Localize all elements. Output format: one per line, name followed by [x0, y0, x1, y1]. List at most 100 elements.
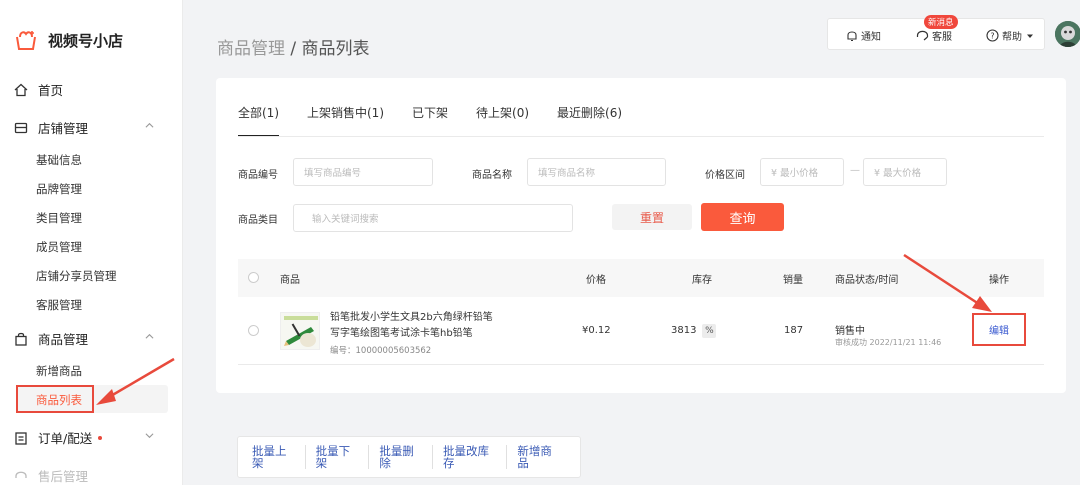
col-product: 商品	[280, 275, 300, 286]
bell-icon	[847, 31, 857, 42]
pencil-product-icon	[284, 316, 318, 347]
col-sales: 销量	[783, 275, 803, 286]
sidebar-item-category[interactable]: 类目管理	[36, 210, 82, 226]
tab-on-sale[interactable]: 上架销售中(1)	[307, 104, 384, 137]
price-min-input[interactable]: ¥ 最小价格	[760, 158, 844, 186]
reset-button[interactable]: 重置	[612, 204, 692, 230]
avatar[interactable]	[1055, 21, 1080, 47]
highlight-box: 编辑	[972, 313, 1026, 346]
category-label: 商品类目	[238, 215, 278, 226]
edit-stock-icon[interactable]: %	[702, 324, 717, 338]
tab-divider	[238, 136, 1044, 137]
sidebar-item-shop[interactable]: 店铺管理	[14, 118, 164, 137]
chevron-down-icon	[145, 433, 154, 439]
breadcrumb-current: 商品列表	[301, 39, 370, 59]
home-icon	[14, 83, 28, 96]
tab-pending[interactable]: 待上架(0)	[476, 104, 529, 137]
select-all-radio[interactable]	[248, 272, 259, 283]
sidebar-item-label: 首页	[38, 83, 64, 98]
sidebar-item-basic-info[interactable]: 基础信息	[36, 152, 82, 168]
bulk-delete-button[interactable]: 批量删除	[379, 445, 434, 469]
help-label: 帮助	[1002, 32, 1022, 43]
app-name: 视频号小店	[48, 31, 124, 50]
col-status: 商品状态/时间	[835, 275, 899, 286]
product-status-time: 审核成功 2022/11/21 11:46	[835, 338, 942, 347]
bulk-list-button[interactable]: 批量上架	[252, 445, 306, 469]
price-label: 价格区间	[705, 170, 745, 181]
sidebar-item-label: 订单/配送	[38, 431, 93, 446]
headset-icon	[916, 30, 929, 41]
clipboard-icon	[15, 431, 27, 445]
product-price: ¥0.12	[582, 325, 611, 336]
product-status: 销售中	[835, 326, 865, 337]
breadcrumb: 商品管理 / 商品列表	[217, 34, 370, 59]
avatar-image-icon	[1055, 21, 1080, 47]
service-label: 客服	[932, 32, 952, 43]
name-input[interactable]: 填写商品名称	[527, 158, 666, 186]
sidebar-item-goods[interactable]: 商品管理	[14, 329, 164, 348]
breadcrumb-parent[interactable]: 商品管理	[217, 39, 285, 59]
sidebar-item-members[interactable]: 成员管理	[36, 239, 82, 255]
sidebar-item-orders[interactable]: 订单/配送	[14, 428, 164, 447]
sidebar-item-aftersale[interactable]: 售后管理	[14, 466, 164, 485]
table-header: 商品 价格 库存 销量 商品状态/时间 操作	[238, 259, 1044, 297]
bulk-add-goods-button[interactable]: 新增商品	[517, 445, 570, 469]
tab-off-shelf[interactable]: 已下架	[412, 104, 448, 137]
price-max-input[interactable]: ¥ 最大价格	[863, 158, 947, 186]
table-row: 铅笔批发小学生文具2b六角绿杆铅笔写字笔绘图笔考试涂卡笔hb铅笔 编号：1000…	[238, 297, 1044, 365]
sidebar-item-brand[interactable]: 品牌管理	[36, 181, 82, 197]
notification-dot	[98, 435, 103, 440]
col-price: 价格	[586, 275, 606, 286]
tab-recently-deleted[interactable]: 最近删除(6)	[557, 104, 622, 137]
category-search-input[interactable]: 输入关键词搜索	[293, 204, 573, 232]
name-label: 商品名称	[472, 170, 512, 181]
search-button[interactable]: 查询	[701, 203, 784, 231]
shop-logo-icon	[16, 31, 36, 50]
help-button[interactable]: ? 帮助	[986, 28, 1037, 43]
col-stock: 库存	[692, 275, 712, 286]
code-input[interactable]: 填写商品编号	[293, 158, 433, 186]
service-button[interactable]: 客服 新消息	[916, 15, 958, 43]
breadcrumb-separator: /	[285, 39, 302, 59]
product-sales: 187	[784, 325, 804, 336]
product-name[interactable]: 铅笔批发小学生文具2b六角绿杆铅笔写字笔绘图笔考试涂卡笔hb铅笔	[330, 310, 500, 342]
help-icon: ?	[986, 29, 999, 42]
tab-all[interactable]: 全部(1)	[238, 104, 279, 137]
headset-icon	[15, 471, 27, 478]
status-tabs: 全部(1) 上架销售中(1) 已下架 待上架(0) 最近删除(6)	[238, 104, 650, 137]
col-action: 操作	[989, 275, 1009, 286]
sidebar-item-home[interactable]: 首页	[14, 80, 164, 99]
sidebar-item-add-goods[interactable]: 新增商品	[36, 363, 82, 379]
notify-label: 通知	[861, 32, 881, 43]
sidebar-item-goods-list[interactable]: 商品列表	[16, 385, 168, 413]
bulk-action-bar: 批量上架 批量下架 批量删除 批量改库存 新增商品	[237, 436, 581, 478]
notify-button[interactable]: 通知	[846, 28, 881, 43]
bulk-delist-button[interactable]: 批量下架	[316, 445, 370, 469]
new-message-badge: 新消息	[924, 15, 958, 29]
sidebar-item-label: 店铺管理	[38, 121, 89, 136]
sidebar: 视频号小店 首页 店铺管理 基础信息 品牌管理 类目管理 成员管理 店铺分享员管…	[0, 0, 183, 485]
sidebar-item-customer-service[interactable]: 客服管理	[36, 297, 82, 313]
product-stock: 3813	[671, 325, 697, 336]
price-range-dash: —	[850, 165, 860, 176]
svg-text:?: ?	[990, 32, 994, 41]
code-label: 商品编号	[238, 170, 278, 181]
chevron-up-icon	[145, 122, 154, 128]
shop-icon	[14, 122, 28, 133]
sidebar-item-label: 商品管理	[38, 332, 89, 347]
sidebar-item-label: 售后管理	[38, 469, 89, 484]
product-thumbnail[interactable]	[280, 312, 320, 350]
caret-down-icon	[1027, 34, 1033, 38]
chevron-up-icon	[145, 333, 154, 339]
bulk-edit-stock-button[interactable]: 批量改库存	[443, 445, 508, 469]
sidebar-item-label: 商品列表	[36, 393, 82, 407]
sidebar-item-sharers[interactable]: 店铺分享员管理	[36, 268, 117, 284]
product-code: 编号：10000005603562	[330, 346, 432, 356]
goods-list-card: 全部(1) 上架销售中(1) 已下架 待上架(0) 最近删除(6) 商品编号 填…	[216, 78, 1066, 393]
stock-cell: 3813%	[671, 324, 717, 338]
bag-icon	[15, 332, 27, 346]
edit-link[interactable]: 编辑	[989, 322, 1009, 337]
top-toolbar: 通知 客服 新消息 ? 帮助	[827, 15, 1045, 50]
row-select-radio[interactable]	[248, 325, 259, 336]
logo[interactable]: 视频号小店	[14, 28, 123, 52]
